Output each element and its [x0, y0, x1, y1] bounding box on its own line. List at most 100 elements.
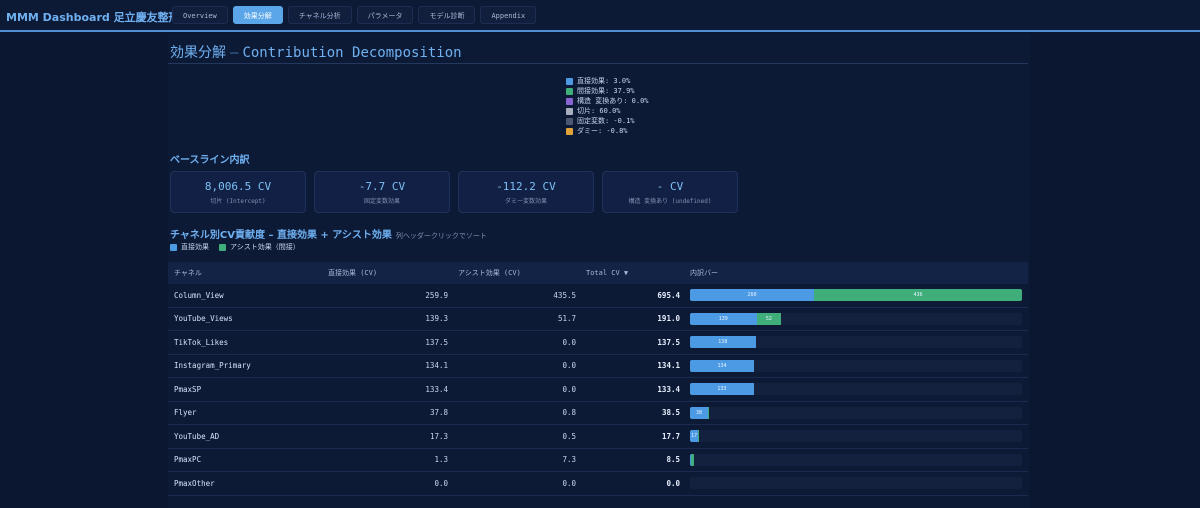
tab-contribution[interactable]: 効果分解 — [232, 6, 283, 24]
bar-segment-direct: 133 — [690, 383, 754, 395]
page-title-dash: – — [230, 45, 239, 61]
table-row: YouTube_AD 17.3 0.5 17.7 17 — [168, 425, 1028, 449]
legend-label: 直接効果 — [181, 243, 209, 251]
legend-direct-effect: 直接効果 — [170, 242, 209, 252]
baseline-title: ベースライン内訳 — [170, 155, 250, 166]
cell-assist: 0.5 — [562, 431, 576, 441]
cell-direct: 139.3 — [425, 314, 448, 324]
title-divider — [168, 63, 1028, 64]
cell-channel: YouTube_AD — [174, 431, 220, 441]
cell-channel: Flyer — [174, 408, 197, 418]
legend-label: 直接効果: 3.0% — [577, 77, 631, 85]
bar-segment-direct: 260 — [690, 289, 815, 301]
legend-label: ダミー: -0.8% — [577, 127, 628, 135]
legend-fixed: 固定変数: -0.1% — [566, 116, 649, 126]
breakdown-bar — [690, 477, 1022, 489]
legend-swatch — [566, 127, 573, 135]
legend-label: アシスト効果（間接） — [230, 243, 300, 251]
channel-legend: 直接効果 アシスト効果（間接） — [170, 242, 300, 252]
header-assist[interactable]: アシスト効果 (CV) — [458, 268, 521, 278]
cell-channel: YouTube_Views — [174, 314, 233, 324]
breakdown-bar: 134 — [690, 359, 1022, 372]
card-dummy: -112.2 CV ダミー変数効果 — [458, 171, 594, 213]
cell-assist: 435.5 — [553, 290, 576, 300]
sort-hint: 列ヘッダークリックでソート — [395, 232, 487, 240]
cell-total: 8.5 — [666, 455, 680, 465]
cell-assist: 0.8 — [562, 408, 576, 418]
header-bar: 内訳バー — [690, 269, 718, 277]
bar-segment-direct: 17 — [690, 430, 699, 442]
bar-segment-direct: 134 — [690, 359, 755, 372]
cell-assist: 0.0 — [562, 384, 576, 394]
cell-total: 38.5 — [661, 408, 680, 418]
legend-label: 固定変数: -0.1% — [577, 117, 635, 125]
cell-total: 695.4 — [657, 290, 680, 300]
cell-direct: 37.8 — [429, 408, 448, 418]
cell-channel: PmaxPC — [174, 455, 202, 465]
card-structural: - CV 構造 変換あり (undefined) — [602, 171, 738, 213]
card-value: -7.7 CV — [358, 180, 406, 193]
legend-swatch — [566, 97, 573, 105]
legend-swatch — [566, 77, 573, 85]
cell-channel: PmaxOther — [174, 478, 215, 488]
card-intercept: 8,006.5 CV 切片 (Intercept) — [170, 171, 306, 213]
cell-assist: 51.7 — [557, 314, 576, 324]
breakdown-bar: 260 436 — [690, 289, 1022, 301]
bar-segment-assist: 52 — [756, 312, 782, 325]
card-label: 固定変数効果 — [363, 198, 400, 205]
card-value: -112.2 CV — [496, 180, 556, 193]
cell-channel: Instagram_Primary — [174, 361, 251, 371]
legend-dummy: ダミー: -0.8% — [566, 126, 649, 136]
legend-swatch — [170, 243, 177, 251]
table-row: Column_View 259.9 435.5 695.4 260 436 — [168, 284, 1028, 308]
page-title: 効果分解 – Contribution Decomposition — [170, 42, 462, 62]
cell-total: 134.1 — [657, 361, 680, 371]
tab-channel-analysis[interactable]: チャネル分析 — [287, 6, 352, 24]
bar-segment-assist — [690, 453, 695, 466]
header-total[interactable]: Total CV ▼ — [586, 269, 628, 277]
channel-table: チャネル 直接効果 (CV) アシスト効果 (CV) Total CV ▼ 内訳… — [168, 262, 1028, 496]
table-row: PmaxPC 1.3 7.3 8.5 — [168, 449, 1028, 472]
cell-channel: PmaxSP — [174, 384, 202, 394]
tab-bar: Overview 効果分解 チャネル分析 パラメータ モデル診断 Appendi… — [172, 6, 537, 26]
card-value: 8,006.5 CV — [204, 180, 272, 193]
table-row: TikTok_Likes 137.5 0.0 137.5 138 — [168, 331, 1028, 355]
breakdown-bar: 138 — [690, 336, 1022, 348]
bar-segment-direct: 139 — [690, 312, 757, 325]
page-title-en: Contribution Decomposition — [242, 45, 462, 61]
tab-overview[interactable]: Overview — [172, 6, 228, 24]
cell-assist: 0.0 — [562, 478, 576, 488]
tab-parameters[interactable]: パラメータ — [356, 6, 414, 24]
tab-model-diagnostics[interactable]: モデル診断 — [418, 6, 476, 24]
cell-channel: TikTok_Likes — [174, 337, 229, 347]
baseline-cards: 8,006.5 CV 切片 (Intercept) -7.7 CV 固定変数効果… — [170, 171, 738, 213]
contribution-legend: 直接効果: 3.0% 間接効果: 37.9% 構造 変換あり: 0.0% 切片:… — [566, 76, 649, 136]
cell-direct: 1.3 — [434, 455, 448, 465]
legend-assist-effect: アシスト効果（間接） — [219, 242, 300, 252]
cell-direct: 0.0 — [434, 478, 448, 488]
cell-total: 133.4 — [657, 384, 680, 394]
legend-swatch — [566, 117, 573, 125]
card-label: 構造 変換あり (undefined) — [628, 198, 712, 205]
header-direct[interactable]: 直接効果 (CV) — [328, 268, 377, 278]
tab-appendix[interactable]: Appendix — [480, 6, 537, 24]
legend-swatch — [219, 243, 226, 251]
card-value: - CV — [656, 180, 684, 193]
breakdown-bar: 139 52 — [690, 312, 1022, 325]
cell-direct: 133.4 — [425, 384, 448, 394]
channel-section-title: チャネル別CV貢献度 – 直接効果 + アシスト効果 列ヘッダークリックでソート — [170, 226, 487, 241]
legend-direct: 直接効果: 3.0% — [566, 76, 649, 86]
cell-channel: Column_View — [174, 290, 224, 300]
breakdown-bar — [690, 453, 1022, 466]
legend-label: 構造 変換あり: 0.0% — [577, 97, 649, 105]
bar-segment-direct: 38 — [690, 406, 709, 419]
channel-title-text: チャネル別CV貢献度 – 直接効果 + アシスト効果 — [170, 230, 392, 241]
table-row: Instagram_Primary 134.1 0.0 134.1 134 — [168, 355, 1028, 378]
cell-direct: 259.9 — [425, 290, 448, 300]
card-fixed: -7.7 CV 固定変数効果 — [314, 171, 450, 213]
header-channel[interactable]: チャネル — [174, 268, 202, 278]
cell-total: 191.0 — [657, 314, 680, 324]
cell-total: 17.7 — [661, 431, 680, 441]
legend-structural: 構造 変換あり: 0.0% — [566, 96, 649, 106]
card-label: ダミー変数効果 — [504, 198, 547, 205]
